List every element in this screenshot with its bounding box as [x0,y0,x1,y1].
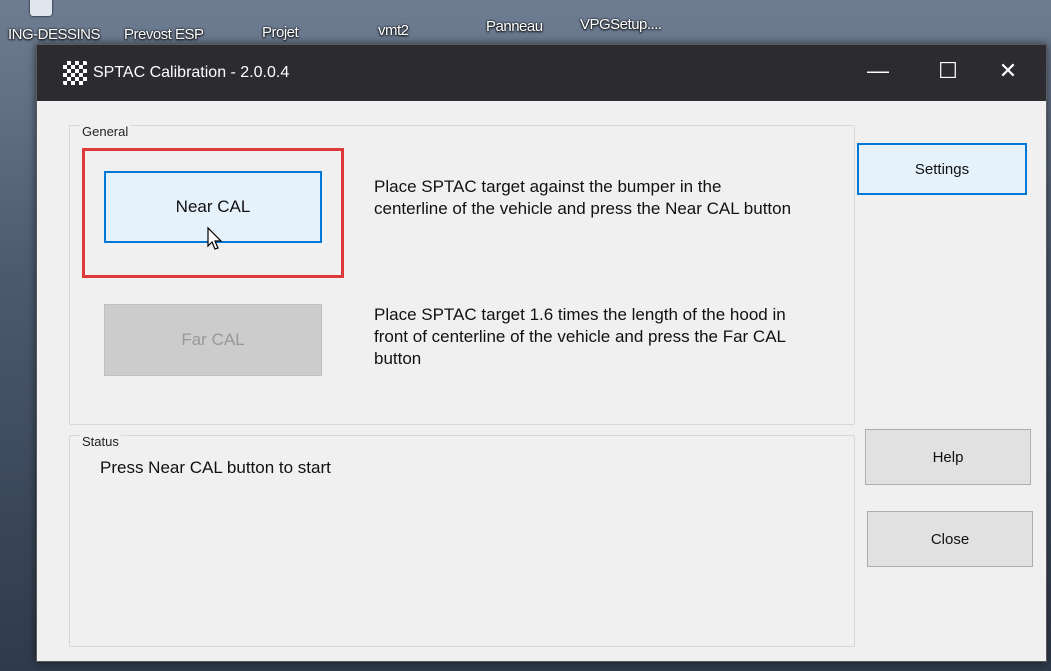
general-group-label: General [80,124,131,139]
close-icon: ✕ [998,58,1018,83]
window-title: SPTAC Calibration - 2.0.0.4 [93,64,290,81]
status-message: Press Near CAL button to start [100,458,331,477]
status-group: Status Press Near CAL button to start [69,434,855,647]
near-cal-instruction: Place SPTAC target against the bumper in… [374,177,792,218]
desktop-icon-label: ING-DESSINS [8,26,101,43]
near-cal-button-label: Near CAL [175,197,251,216]
maximize-button[interactable]: ☐ [920,51,976,91]
sptac-calibration-window: SPTAC Calibration - 2.0.0.4 — ☐ ✕ Genera… [36,44,1047,662]
far-cal-button-label: Far CAL [181,330,245,349]
desktop-icon-label: VPGSetup.... [580,16,662,33]
close-button[interactable]: Close [867,511,1033,567]
help-button[interactable]: Help [865,429,1031,485]
settings-button-label: Settings [914,160,970,178]
close-button-label: Close [930,530,970,548]
desktop-icon-label: Prevost ESP [124,26,204,43]
desktop-icon-label: Panneau [486,18,543,35]
desktop-icon-label: vmt2 [378,22,409,39]
help-button-label: Help [932,448,964,466]
far-cal-button[interactable]: Far CAL [104,304,322,376]
folder-icon [30,0,52,16]
minimize-icon: — [867,58,889,83]
app-icon [63,61,87,85]
general-group: General Near CAL Place SPTAC target agai… [69,124,855,425]
close-window-button[interactable]: ✕ [980,51,1036,91]
minimize-button[interactable]: — [850,51,906,91]
status-group-label: Status [80,434,121,449]
settings-button[interactable]: Settings [857,143,1027,195]
mouse-cursor-icon [207,226,223,250]
maximize-icon: ☐ [938,58,958,83]
desktop-icon-label: Projet [262,24,299,41]
far-cal-instruction: Place SPTAC target 1.6 times the length … [374,305,786,368]
title-bar[interactable]: SPTAC Calibration - 2.0.0.4 — ☐ ✕ [37,45,1046,101]
dialog-client-area: General Near CAL Place SPTAC target agai… [45,105,1038,653]
